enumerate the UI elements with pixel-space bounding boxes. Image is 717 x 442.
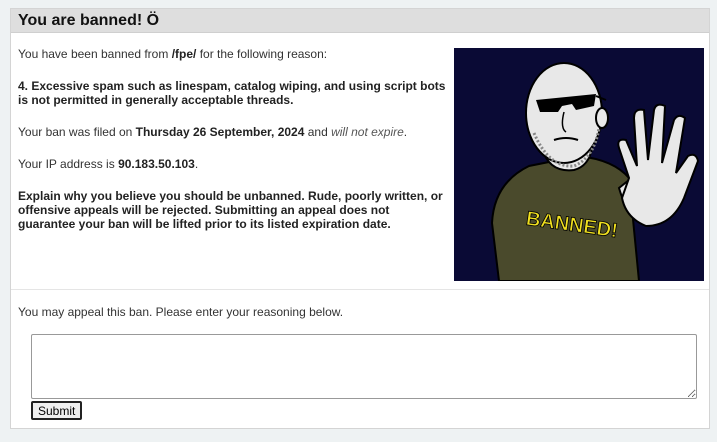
ban-title: You are banned! Ö xyxy=(11,9,709,33)
ban-details: You have been banned from /fpe/ for the … xyxy=(18,47,448,249)
ban-intro: You have been banned from /fpe/ for the … xyxy=(18,47,328,61)
appeal-textarea[interactable] xyxy=(31,334,697,399)
ban-date: Thursday 26 September, 2024 xyxy=(135,125,305,139)
appeal-prompt: You may appeal this ban. Please enter yo… xyxy=(18,305,344,319)
ban-ip: Your IP address is 90.183.50.103. xyxy=(18,157,199,171)
ban-filed: Your ban was filed on Thursday 26 Septem… xyxy=(18,125,408,139)
submit-button[interactable]: Submit xyxy=(31,401,83,420)
board-name: /fpe/ xyxy=(171,47,197,61)
ban-panel: You are banned! Ö You have been banned f… xyxy=(10,8,710,429)
ban-explain: Explain why you believe you should be un… xyxy=(18,189,443,231)
section-divider xyxy=(11,289,709,290)
ip-address: 90.183.50.103 xyxy=(118,157,195,171)
banned-wojak-image: BANNED! xyxy=(454,48,704,282)
ban-reason: 4. Excessive spam such as linespam, cata… xyxy=(18,79,446,107)
ban-expiry: will not expire xyxy=(331,125,404,139)
